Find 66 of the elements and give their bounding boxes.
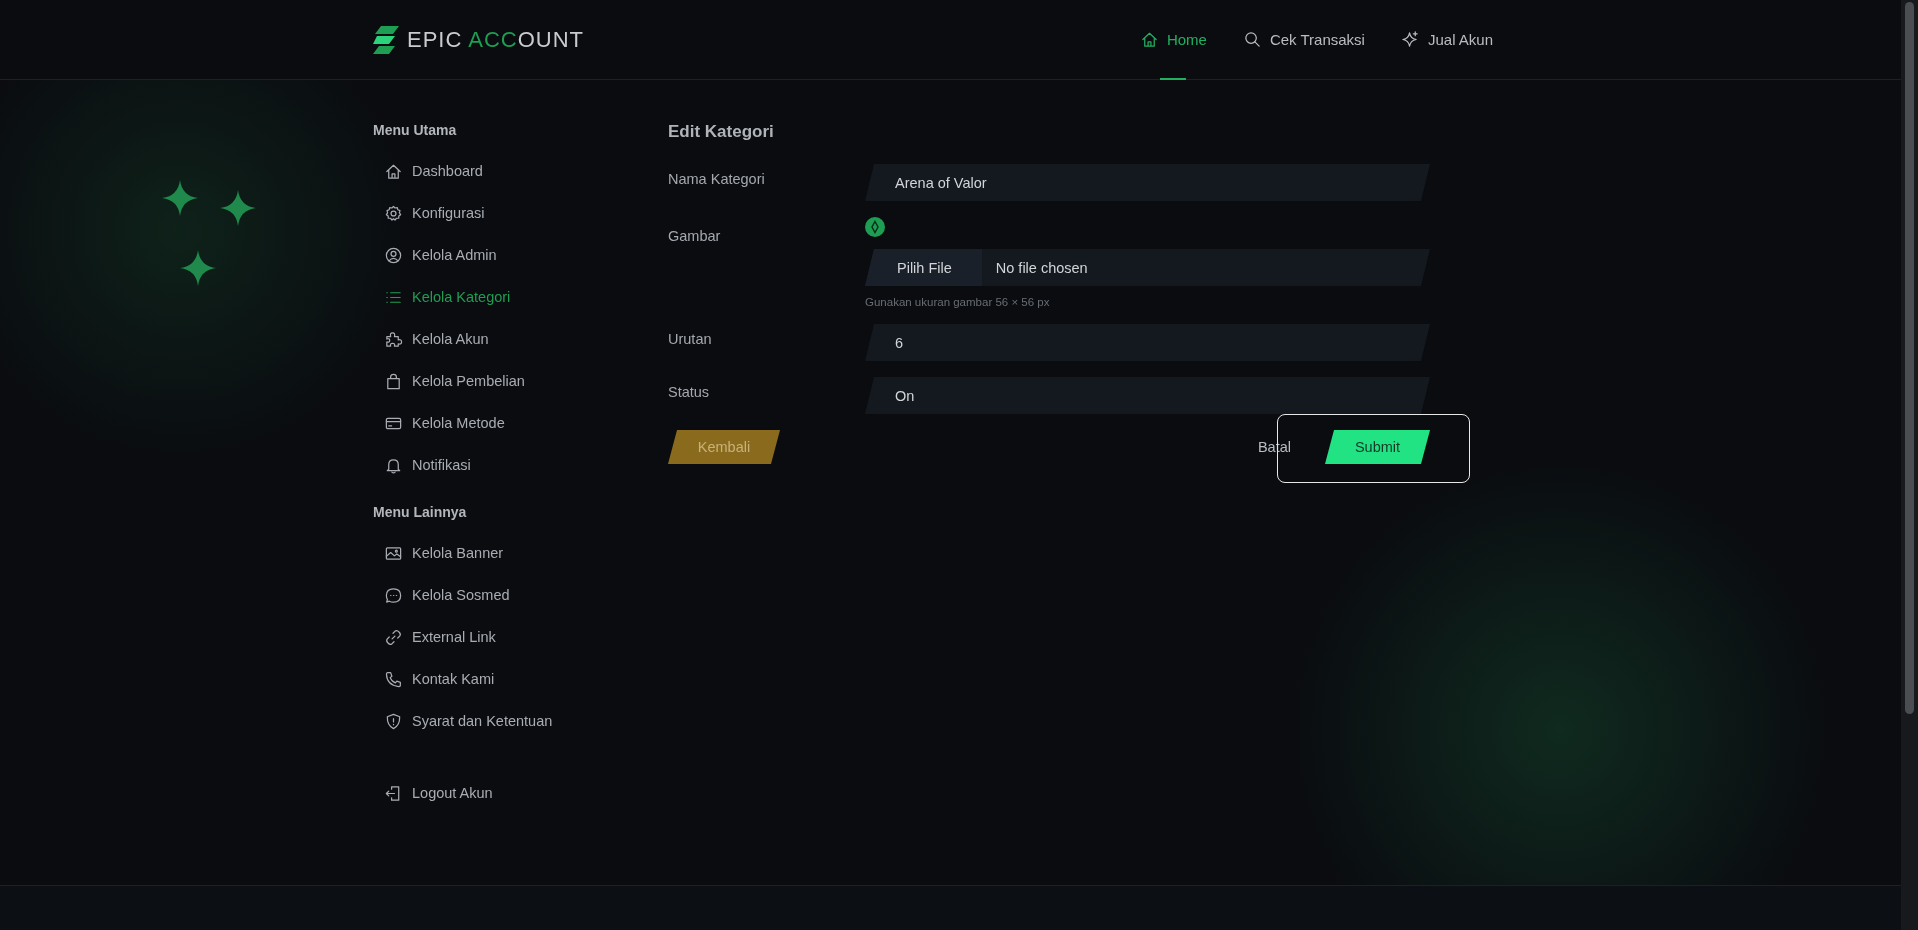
puzzle-icon bbox=[384, 329, 403, 349]
text-field[interactable]: 6 bbox=[865, 324, 1430, 361]
sidebar-item-label: Syarat dan Ketentuan bbox=[412, 713, 553, 729]
active-underline bbox=[1159, 78, 1186, 80]
menu-section-title: Menu Utama bbox=[373, 122, 458, 138]
sidebar-item[interactable]: Konfigurasi bbox=[373, 192, 668, 234]
scrollbar-thumb[interactable] bbox=[1905, 2, 1914, 714]
text-field[interactable]: Arena of Valor bbox=[865, 164, 1430, 201]
nav-link[interactable]: Jual Akun bbox=[1400, 0, 1493, 79]
choose-file-button[interactable]: Pilih File bbox=[865, 249, 982, 286]
sidebar-item-label: Notifikasi bbox=[412, 457, 471, 473]
search-icon bbox=[1242, 30, 1262, 49]
sidebar-item[interactable]: Kelola Pembelian bbox=[373, 360, 668, 402]
sidebar-item[interactable]: Syarat dan Ketentuan bbox=[373, 700, 668, 742]
gear-icon bbox=[384, 203, 403, 223]
sidebar-item-label: Kelola Admin bbox=[412, 247, 497, 263]
phone-icon bbox=[384, 669, 403, 689]
logout-link[interactable]: Logout Akun bbox=[373, 772, 668, 814]
field-label: Gambar bbox=[668, 227, 722, 244]
sidebar-item-label: Konfigurasi bbox=[412, 205, 485, 221]
sparkle-icon bbox=[1400, 30, 1420, 49]
logo-text[interactable]: EPIC ACCOUNT bbox=[407, 26, 585, 53]
nav-link[interactable]: Cek Transaksi bbox=[1242, 0, 1365, 79]
text-field[interactable]: On bbox=[865, 377, 1430, 414]
scrollbar[interactable] bbox=[1901, 0, 1918, 930]
sidebar-item[interactable]: Kelola Admin bbox=[373, 234, 668, 276]
nav-link-label: Cek Transaksi bbox=[1269, 31, 1365, 48]
nav-link-label: Home bbox=[1166, 31, 1207, 48]
home-icon bbox=[1139, 30, 1159, 49]
sidebar-item-label: Kelola Sosmed bbox=[412, 587, 510, 603]
sidebar-item[interactable]: Kelola Banner bbox=[373, 532, 668, 574]
nav-link-label: Jual Akun bbox=[1427, 31, 1493, 48]
field-hint: Gunakan ukuran gambar 56 × 56 px bbox=[865, 296, 1051, 308]
field-label: Nama Kategori bbox=[668, 170, 766, 187]
sidebar-item[interactable]: Dashboard bbox=[373, 150, 668, 192]
field-label: Status bbox=[668, 383, 711, 400]
form-title: Edit Kategori bbox=[668, 122, 775, 142]
sidebar-item-label: Kelola Kategori bbox=[412, 289, 511, 305]
sidebar-item[interactable]: Kelola Akun bbox=[373, 318, 668, 360]
field-label: Urutan bbox=[668, 330, 713, 347]
link-icon bbox=[384, 627, 403, 647]
nav-link[interactable]: Home bbox=[1139, 0, 1207, 79]
chat-icon bbox=[384, 585, 403, 605]
sidebar-item-label: Kelola Akun bbox=[412, 331, 489, 347]
sidebar-item[interactable]: Kelola Sosmed bbox=[373, 574, 668, 616]
sidebar-item-label: Kontak Kami bbox=[412, 671, 495, 687]
menu-section-title: Menu Lainnya bbox=[373, 504, 468, 520]
shield-icon bbox=[384, 711, 403, 731]
sidebar-item-label: Kelola Banner bbox=[412, 545, 504, 561]
sidebar-item[interactable]: Kelola Kategori bbox=[373, 276, 668, 318]
file-name: No file chosen bbox=[994, 258, 1088, 278]
logout-label: Logout Akun bbox=[412, 785, 493, 801]
file-input[interactable]: Pilih File No file chosen bbox=[865, 249, 1430, 286]
sidebar-item-label: Kelola Metode bbox=[412, 415, 505, 431]
user-icon bbox=[384, 245, 403, 265]
category-image-icon bbox=[865, 217, 885, 237]
submit-button[interactable]: Submit bbox=[1325, 430, 1430, 464]
bag-icon bbox=[384, 371, 403, 391]
sidebar-item[interactable]: Kontak Kami bbox=[373, 658, 668, 700]
sidebar-item[interactable]: Kelola Metode bbox=[373, 402, 668, 444]
logo-icon bbox=[373, 25, 399, 54]
sidebar-item[interactable]: External Link bbox=[373, 616, 668, 658]
sidebar-item-label: External Link bbox=[412, 629, 496, 645]
sidebar-item-label: Kelola Pembelian bbox=[412, 373, 525, 389]
sidebar-item-label: Dashboard bbox=[412, 163, 483, 179]
sidebar-item[interactable]: Notifikasi bbox=[373, 444, 668, 486]
